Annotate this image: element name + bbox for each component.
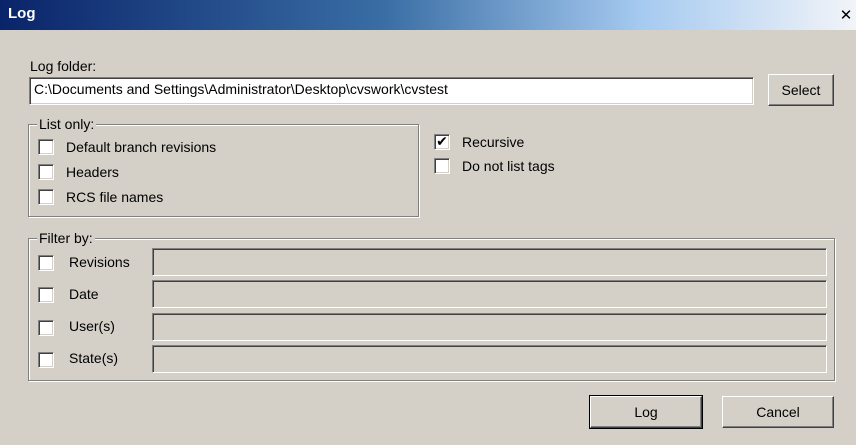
users-checkbox[interactable] <box>38 320 54 336</box>
close-icon[interactable]: ✕ <box>838 8 854 24</box>
filter-by-legend: Filter by: <box>37 230 95 246</box>
users-input[interactable] <box>152 313 827 341</box>
users-label: User(s) <box>69 318 115 334</box>
list-only-legend: List only: <box>37 116 97 132</box>
states-input[interactable] <box>152 345 827 373</box>
rcs-file-names-checkbox[interactable] <box>38 189 54 205</box>
states-label: State(s) <box>69 350 119 366</box>
default-branch-label: Default branch revisions <box>66 139 217 155</box>
headers-label: Headers <box>66 164 119 180</box>
no-tags-checkbox[interactable] <box>434 158 450 174</box>
log-button[interactable]: Log <box>589 395 703 429</box>
select-button[interactable]: Select <box>768 74 834 106</box>
revisions-label: Revisions <box>69 254 130 270</box>
title-bar: Log ✕ <box>0 0 856 30</box>
log-folder-input[interactable]: C:\Documents and Settings\Administrator\… <box>29 77 754 105</box>
rcs-file-names-label: RCS file names <box>66 189 164 205</box>
date-checkbox[interactable] <box>38 287 54 303</box>
recursive-checkbox[interactable]: ✔ <box>434 134 450 150</box>
revisions-input[interactable] <box>152 248 827 276</box>
default-branch-checkbox[interactable] <box>38 139 54 155</box>
revisions-checkbox[interactable] <box>38 255 54 271</box>
date-input[interactable] <box>152 280 827 308</box>
cancel-button[interactable]: Cancel <box>722 396 834 428</box>
states-checkbox[interactable] <box>38 352 54 368</box>
log-folder-label: Log folder: <box>30 58 97 74</box>
window-title: Log <box>8 5 36 22</box>
recursive-label: Recursive <box>462 134 525 150</box>
date-label: Date <box>69 286 99 302</box>
headers-checkbox[interactable] <box>38 164 54 180</box>
no-tags-label: Do not list tags <box>462 158 555 174</box>
